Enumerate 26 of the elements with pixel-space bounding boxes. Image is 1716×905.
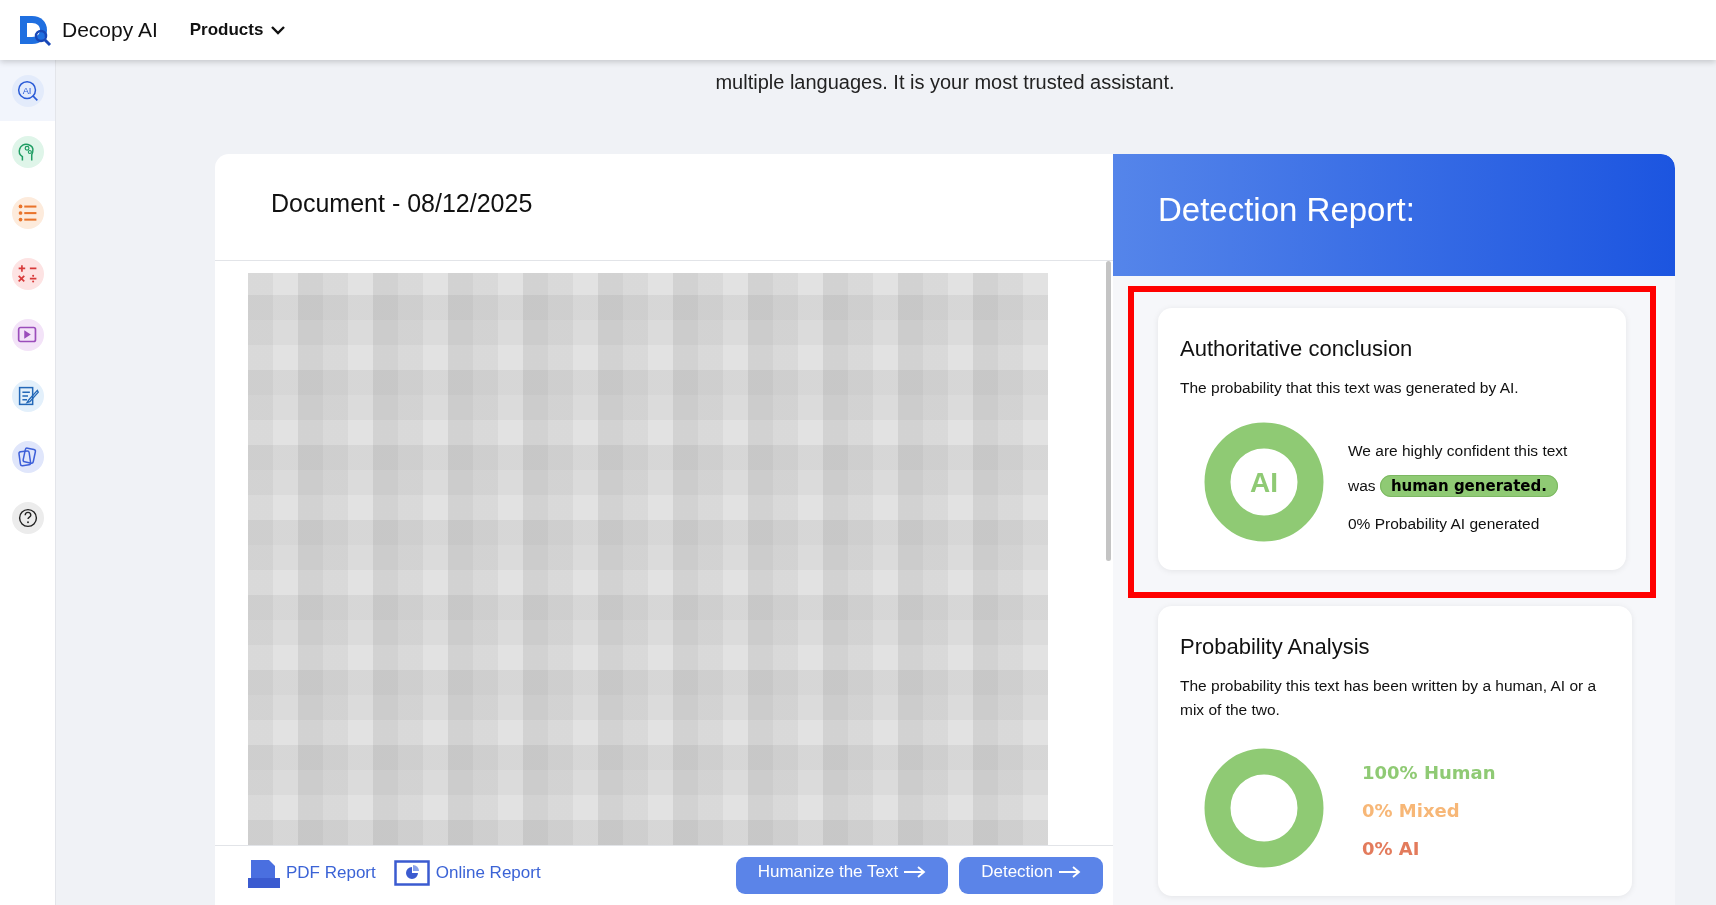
ai-gauge: AI	[1204, 422, 1324, 542]
action-button[interactable]: Detection	[959, 857, 1103, 894]
card-description: The probability that this text was generated by AI.	[1180, 378, 1520, 398]
arrow-right-icon	[1059, 866, 1081, 878]
pie-chart-icon	[393, 860, 430, 886]
legend-label: 0% Mixed	[1362, 799, 1461, 821]
legend-label: 100% Human	[1362, 761, 1496, 783]
scrollbar-thumb[interactable]	[1106, 261, 1111, 561]
report-header: Detection Report:	[1113, 154, 1675, 276]
ai-search-icon: AI	[11, 74, 44, 107]
chevron-down-icon	[271, 25, 286, 35]
report-link[interactable]: Online Report	[393, 858, 541, 888]
report-link[interactable]: PDF Report	[248, 858, 376, 888]
confidence-statement: We are highly confident this text was human generated.	[1348, 440, 1569, 499]
probability-text: 0% Probability AI generated	[1348, 513, 1541, 534]
pdf-file-icon	[248, 858, 280, 888]
card-title: Probability Analysis	[1180, 634, 1371, 660]
brand-name: Decopy AI	[62, 18, 158, 42]
card-description: The probability this text has been written by a human, AI or a mix of the two.	[1180, 676, 1598, 720]
arrow-right-icon	[904, 866, 927, 878]
intro-text: multiple languages. It is your most trusted assistant.	[714, 70, 1176, 95]
sidebar-item[interactable]: AI	[0, 60, 55, 121]
products-menu[interactable]: Products	[189, 20, 286, 40]
action-button[interactable]: Humanize the Text	[735, 857, 949, 894]
card-title: Authoritative conclusion	[1180, 336, 1414, 362]
legend-label: 0% AI	[1362, 837, 1421, 859]
